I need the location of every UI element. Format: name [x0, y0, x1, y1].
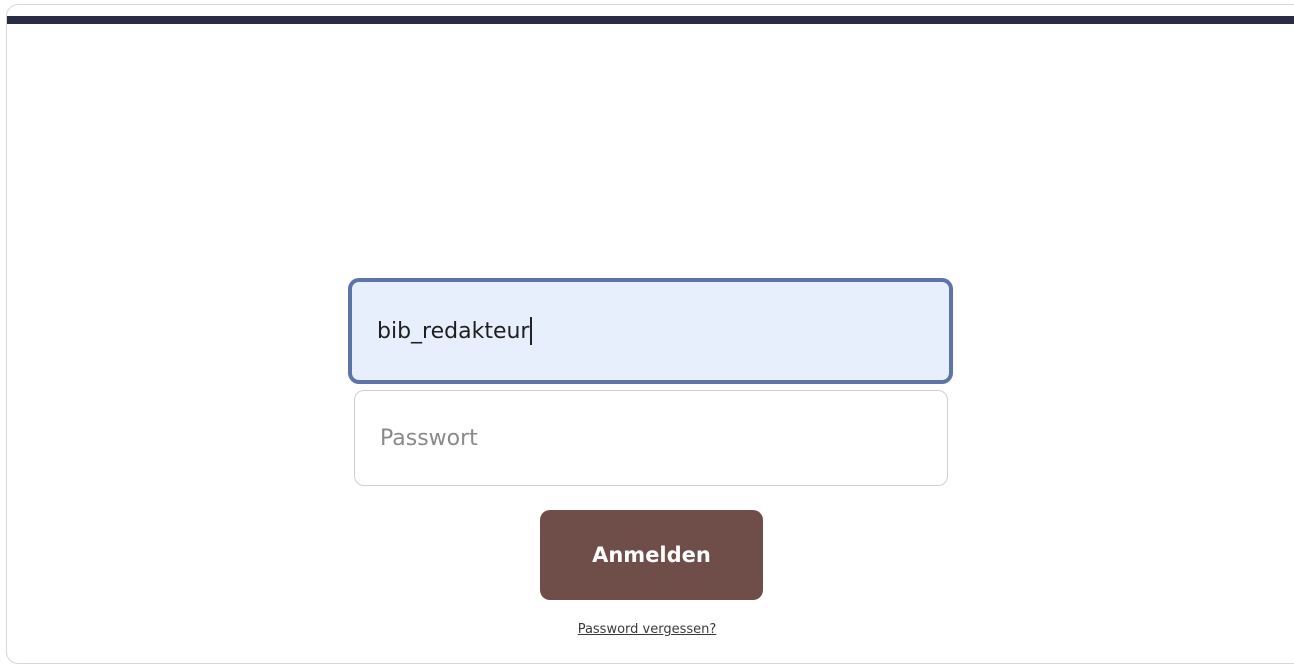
password-field[interactable]: Passwort — [354, 390, 948, 486]
forgot-password-label: Password vergessen? — [577, 622, 717, 637]
login-button[interactable]: Anmelden — [540, 510, 763, 600]
username-value: bib_redakteur — [377, 318, 530, 344]
top-accent-bar — [7, 16, 1294, 24]
forgot-password-link[interactable]: Password vergessen? — [0, 622, 1294, 637]
login-button-label: Anmelden — [592, 543, 711, 567]
password-placeholder: Passwort — [380, 425, 478, 451]
text-caret — [530, 317, 532, 345]
username-field[interactable]: bib_redakteur — [348, 278, 953, 384]
